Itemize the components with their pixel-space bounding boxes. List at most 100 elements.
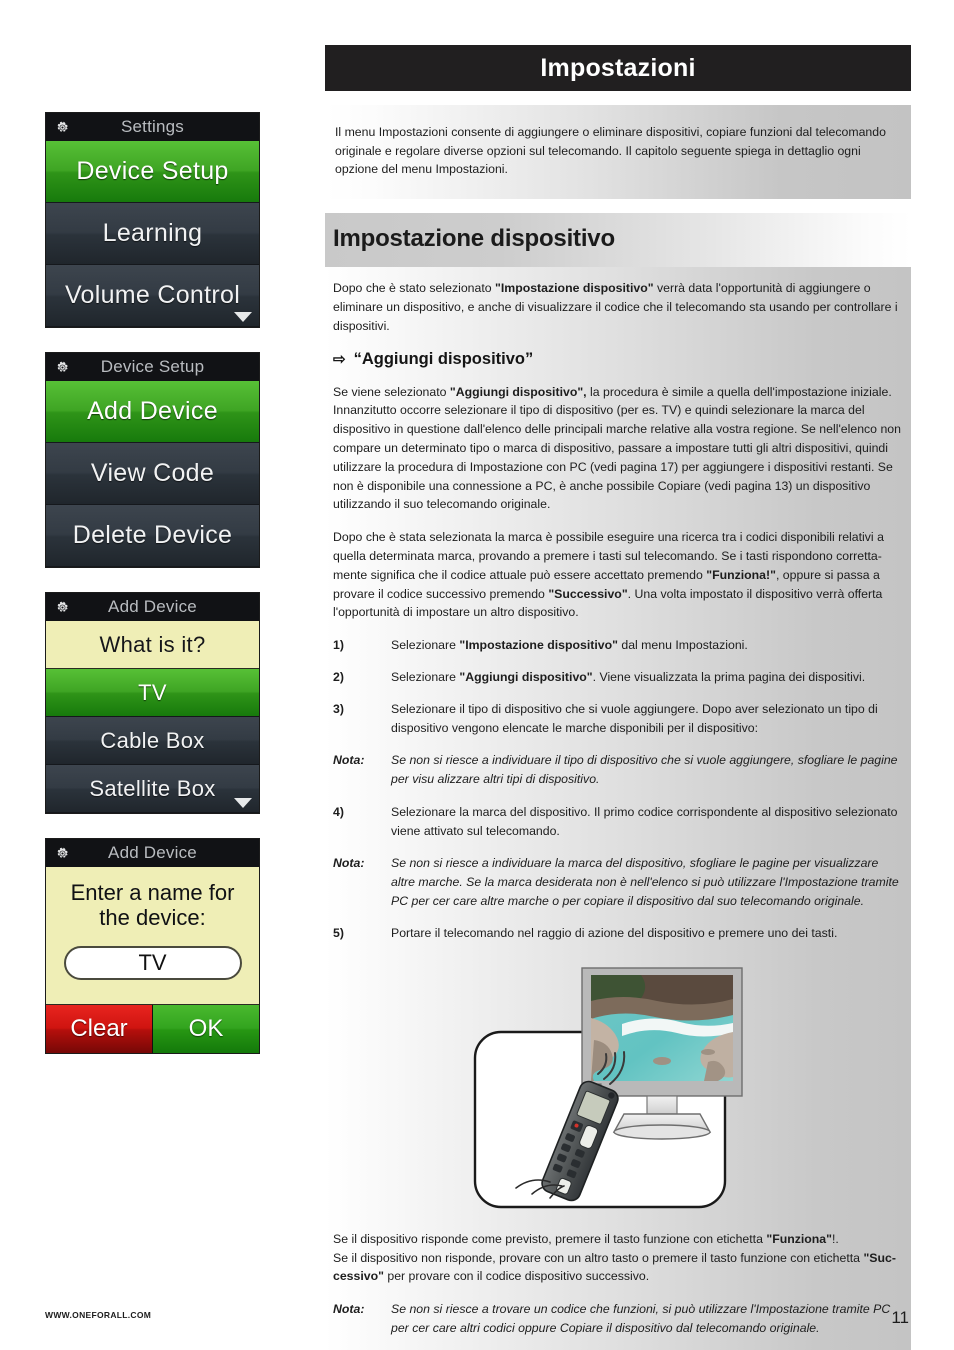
text-run: Se il dispositivo risponde come previsto… [333,1231,767,1246]
screen-add-device-name: Add Device Enter a name for the device: … [45,838,260,1055]
manual-page: Settings Device Setup Learning Volume Co… [0,0,954,1350]
menu-item-learning[interactable]: Learning [46,203,259,265]
menu-item-label: Learning [102,219,203,247]
paragraph-3: Dopo che è stata selezionata la marca è … [333,528,901,622]
device-name-input[interactable]: TV [63,946,242,981]
menu-item-label: Volume Control [64,281,241,309]
name-entry-prompt: Enter a name for the device: [70,880,235,930]
menu-item-delete-device[interactable]: Delete Device [46,505,259,567]
scroll-down-icon[interactable] [234,312,252,322]
spacer [325,199,911,214]
subsection-heading: ⇨ “Aggiungi dispositivo” [333,350,901,369]
text-run-bold: "Funziona!" [706,567,776,582]
text-run: . Viene visualizzata la prima pagina dei… [592,670,866,685]
step-number: 3) [333,702,344,717]
menu-item-view-code[interactable]: View Code [46,443,259,505]
gear-icon [56,601,69,614]
step-number: 4) [333,804,344,819]
text-run-bold: "Funziona" [766,1231,832,1246]
clear-button[interactable]: Clear [46,1005,152,1054]
closing-paragraph: Se il dispositivo risponde come previsto… [333,1230,901,1286]
gear-icon [56,121,69,134]
text-run: Se viene selezionato [333,384,450,399]
menu-item-label: View Code [90,459,215,487]
footer-site-url[interactable]: WWW.ONEFORALL.COM [45,1310,151,1320]
menu-item-device-setup[interactable]: Device Setup [46,141,259,203]
menu-item-volume-control[interactable]: Volume Control [46,265,259,327]
screen-title: Settings [120,117,185,136]
screen-add-device-type: Add Device What is it? TV Cable Box Sate… [45,592,260,814]
remote-screen-gallery: Settings Device Setup Learning Volume Co… [45,112,260,1078]
text-run: Se il dispositivo non risponde, provare … [333,1250,864,1265]
step-item: 3) Selezionare il tipo di dispositivo ch… [333,700,901,738]
note-item: Nota: Se non si riesce a individuare il … [333,751,901,789]
step-item: 4) Selezionare la marca del dispositivo.… [333,803,901,841]
closing-note: Nota: Se non si riesce a trovare un codi… [333,1300,901,1338]
section-body: Dopo che è stato selezionato "Impostazio… [325,267,911,1350]
text-run: Dopo che è stato selezionato [333,281,496,296]
text-run-bold: "Impostazione dispositivo" [459,638,618,653]
step-text: Portare il telecomando nel raggio di azi… [391,925,838,940]
step-number: 5) [333,925,344,940]
step-text: Selezionare "Aggiungi dispositivo". Vien… [391,668,901,687]
gear-icon [56,847,69,860]
screen-title: Add Device [108,843,197,862]
scroll-down-icon[interactable] [234,798,252,808]
note-text: Se non si riesce a individuare il tipo d… [391,753,898,787]
name-entry-buttons: Clear OK [46,1005,259,1054]
text-run: dal menu Impostazioni. [617,638,748,653]
ok-button[interactable]: OK [152,1005,259,1054]
content-column: Impostazioni Il menu Impostazioni consen… [325,45,911,1350]
arrow-right-icon: ⇨ [333,350,346,368]
ok-button-label: OK [188,1015,224,1043]
page-banner: Impostazioni [325,45,911,91]
menu-item-label: Add Device [87,397,218,425]
screen-settings: Settings Device Setup Learning Volume Co… [45,112,260,328]
text-run-bold: "Aggiungi dispositivo", [449,384,587,399]
note-item: Nota: Se non si riesce a individuare la … [333,854,901,911]
device-type-satellite-box[interactable]: Satellite Box [46,765,259,813]
screen-title: Add Device [108,597,197,616]
spacer [325,91,911,105]
section-heading-band: Impostazione dispositivo [325,213,911,268]
steps-list: 1) Selezionare "Impostazione dispositivo… [333,636,901,943]
text-run: Selezionare [391,638,460,653]
section-heading: Impostazione dispositivo [333,225,615,253]
menu-item-add-device[interactable]: Add Device [46,381,259,443]
page-number: 11 [891,1308,909,1327]
name-entry-panel: Enter a name for the device: TV [46,867,259,1006]
text-run: per provare con il codice dispositivo su… [383,1269,650,1284]
note-label: Nota: [333,1302,365,1317]
text-run: la procedura è simile a quella dell'impo… [333,384,901,512]
page-title: Impostazioni [540,53,696,82]
note-text: Se non si riesce a trovare un codice che… [391,1302,891,1336]
intro-text: Il menu Impostazioni consente di aggiung… [335,125,886,177]
step-item: 5) Portare il telecomando nel raggio di … [333,924,901,943]
screen-titlebar: Add Device [46,593,259,621]
clear-button-label: Clear [70,1015,128,1043]
step-text: Selezionare il tipo di dispositivo che s… [391,702,878,736]
text-run: !. [831,1231,839,1246]
text-run: Selezionare [391,670,460,685]
text-run-bold: "Successivo" [548,586,628,601]
step-number: 1) [333,638,344,653]
text-run-bold: "Impostazione dispositivo" [495,281,654,296]
subsection-heading-label: “Aggiungi dispositivo” [353,349,534,368]
screen-titlebar: Add Device [46,839,259,867]
screen-titlebar: Device Setup [46,353,259,381]
device-type-cable-box[interactable]: Cable Box [46,717,259,765]
step-item: 2) Selezionare "Aggiungi dispositivo". V… [333,668,901,687]
device-type-tv[interactable]: TV [46,669,259,717]
step-item: 1) Selezionare "Impostazione dispositivo… [333,636,901,655]
prompt-what-is-it: What is it? [46,621,259,669]
gear-icon [56,361,69,374]
text-run-bold: "Aggiungi dispositivo" [459,670,593,685]
paragraph-1: Dopo che è stato selezionato "Impostazio… [333,279,901,335]
menu-item-label: Device Setup [76,157,229,185]
paragraph-2: Se viene selezionato "Aggiungi dispositi… [333,383,901,515]
menu-item-label: Delete Device [72,521,233,549]
tv-remote-illustration [333,956,901,1230]
step-number: 2) [333,670,344,685]
screen-titlebar: Settings [46,113,259,141]
menu-item-label: TV [138,679,167,705]
